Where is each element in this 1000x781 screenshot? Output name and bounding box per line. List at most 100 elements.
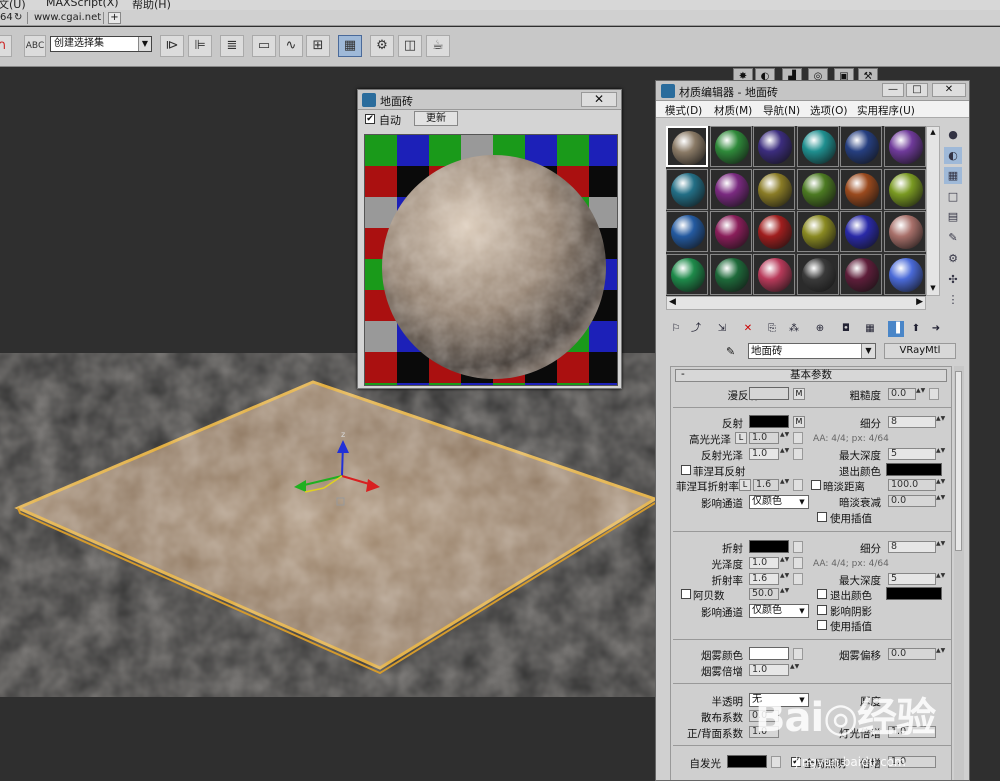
fog-color-map-button[interactable] (793, 648, 803, 660)
sample-uv-tiling-icon[interactable]: □ (944, 188, 962, 205)
scroll-left-icon[interactable]: ◀ (669, 297, 676, 307)
fresnel-ior-map-button[interactable] (793, 479, 803, 491)
go-forward-to-sibling-icon[interactable]: ➜ (928, 321, 944, 337)
material-editor-icon[interactable]: ▦ (338, 35, 362, 57)
new-tab-button[interactable]: + (108, 12, 121, 24)
material-sample-slot[interactable] (709, 168, 752, 210)
rendered-frame-window-icon[interactable]: ◫ (398, 35, 422, 57)
material-sample-slot[interactable] (753, 253, 795, 295)
scroll-down-icon[interactable]: ▼ (928, 284, 938, 294)
scroll-right-icon[interactable]: ▶ (916, 297, 923, 307)
reflect-subdivs-input[interactable]: 8 (888, 416, 936, 428)
spinner-icon[interactable]: ▲▼ (936, 648, 945, 660)
reset-map-icon[interactable]: ✕ (740, 321, 756, 337)
material-sample-slot[interactable] (753, 211, 795, 252)
url-tab[interactable]: www.cgai.net (34, 12, 101, 23)
diffuse-map-button[interactable]: M (793, 388, 805, 400)
fog-color-swatch[interactable] (749, 647, 789, 660)
restore-button[interactable]: □ (906, 83, 928, 97)
spinner-icon[interactable]: ▲▼ (936, 448, 945, 460)
material-sample-slot[interactable] (883, 253, 926, 295)
material-sample-slot[interactable] (666, 126, 708, 167)
dim-falloff-input[interactable]: 0.0 (888, 495, 936, 507)
material-sample-slot[interactable] (840, 168, 882, 210)
spinner-icon[interactable]: ▲▼ (936, 479, 945, 491)
material-sample-slot[interactable] (883, 211, 926, 252)
material-sample-slot[interactable] (840, 253, 882, 295)
mirror-icon[interactable]: ⧐ (160, 35, 184, 57)
material-sample-slot[interactable] (709, 211, 752, 252)
ior-input[interactable]: 1.6 (749, 573, 779, 585)
lock-l-button[interactable]: L (735, 432, 747, 444)
refl-gloss-input[interactable]: 1.0 (749, 448, 779, 460)
magnet-snap-icon[interactable]: ∩ (0, 35, 12, 57)
affect-shadows-checkbox[interactable] (817, 605, 827, 615)
select-by-material-icon[interactable]: ✣ (944, 271, 962, 288)
render-teapot-icon[interactable]: ☕ (426, 35, 450, 57)
put-to-library-icon[interactable]: ⊕ (812, 321, 828, 337)
material-sample-slot[interactable] (883, 168, 926, 210)
hilight-gloss-input[interactable]: 1.0 (749, 432, 779, 444)
fresnel-lock-l-button[interactable]: L (739, 479, 751, 491)
spinner-icon[interactable]: ▲▼ (780, 432, 789, 444)
reflect-exit-color-swatch[interactable] (886, 463, 942, 476)
backlight-icon[interactable]: ◐ (944, 147, 962, 164)
spinner-icon[interactable]: ▲▼ (780, 479, 789, 491)
spinner-icon[interactable]: ▲▼ (780, 448, 789, 460)
ribbon-icon[interactable]: ▭ (252, 35, 276, 57)
material-sample-slot[interactable] (709, 253, 752, 295)
refract-use-interp-checkbox[interactable] (817, 620, 827, 630)
roughness-input[interactable]: 0.0 (888, 388, 916, 400)
render-setup-icon[interactable]: ⚙ (370, 35, 394, 57)
scroll-up-icon[interactable]: ▲ (928, 128, 938, 138)
go-to-parent-icon[interactable]: ⬆ (908, 321, 924, 337)
options-icon[interactable]: ⚙ (944, 250, 962, 267)
diffuse-color-swatch[interactable] (749, 387, 789, 400)
scroll-thumb[interactable] (955, 371, 962, 551)
material-name-field[interactable]: 地面砖 ▼ (748, 343, 876, 359)
material-sample-slot[interactable] (883, 126, 926, 167)
me-title-bar[interactable]: 材质编辑器 - 地面砖 — □ ✕ (656, 81, 969, 101)
close-button[interactable]: ✕ (932, 83, 966, 97)
menu-modes[interactable]: 模式(D) (665, 103, 702, 118)
material-map-navigator-icon[interactable]: ⋮ (944, 291, 962, 308)
refract-subdivs-input[interactable]: 8 (888, 541, 936, 553)
reflect-use-interp-checkbox[interactable] (817, 512, 827, 522)
menu-options[interactable]: 选项(O) (810, 103, 847, 118)
make-preview-icon[interactable]: ✎ (944, 229, 962, 246)
gloss-input[interactable]: 1.0 (749, 557, 779, 569)
slots-vertical-scrollbar[interactable]: ▲ ▼ (926, 126, 940, 296)
video-color-check-icon[interactable]: ▤ (944, 208, 962, 225)
auto-checkbox[interactable]: ✔ (365, 114, 375, 124)
refract-exit-color-swatch[interactable] (886, 587, 942, 600)
show-map-in-viewport-icon[interactable]: ▦ (862, 321, 878, 337)
gloss-map-button[interactable] (793, 557, 803, 569)
reflect-map-button[interactable]: M (793, 416, 805, 428)
put-to-scene-icon[interactable]: ⤴ (688, 321, 704, 337)
assign-to-selection-icon[interactable]: ⇲ (714, 321, 730, 337)
refresh-icon[interactable]: ↻ (14, 12, 22, 23)
material-sample-slot[interactable] (709, 126, 752, 167)
update-button[interactable]: 更新 (414, 111, 458, 126)
background-checker-icon[interactable]: ▦ (944, 167, 962, 184)
abbe-checkbox[interactable] (681, 589, 691, 599)
dim-distance-checkbox[interactable] (811, 480, 821, 490)
menu-material[interactable]: 材质(M) (714, 103, 752, 118)
spinner-icon[interactable]: ▲▼ (780, 588, 789, 600)
preview-title-bar[interactable]: 地面砖 ✕ (358, 90, 621, 110)
material-sample-slot[interactable] (796, 253, 839, 295)
menu-utilities[interactable]: 实用程序(U) (857, 103, 915, 118)
ior-map-button[interactable] (793, 573, 803, 585)
refract-max-depth-input[interactable]: 5 (888, 573, 936, 585)
curve-editor-icon[interactable]: ∿ (279, 35, 303, 57)
reflect-affect-channels-dropdown[interactable]: 仅颜色 ▼ (749, 495, 809, 509)
material-sample-slot[interactable] (666, 253, 708, 295)
chevron-down-icon[interactable]: ▼ (861, 344, 875, 358)
material-sample-slot[interactable] (796, 168, 839, 210)
menu-maxscript[interactable]: MAXScript(X) (46, 0, 119, 9)
eyedropper-icon[interactable]: ✎ (726, 345, 740, 359)
fog-bias-input[interactable]: 0.0 (888, 648, 936, 660)
rollout-header[interactable]: - 基本参数 (675, 369, 947, 382)
make-unique-icon[interactable]: ⁂ (786, 321, 802, 337)
reflect-max-depth-input[interactable]: 5 (888, 448, 936, 460)
